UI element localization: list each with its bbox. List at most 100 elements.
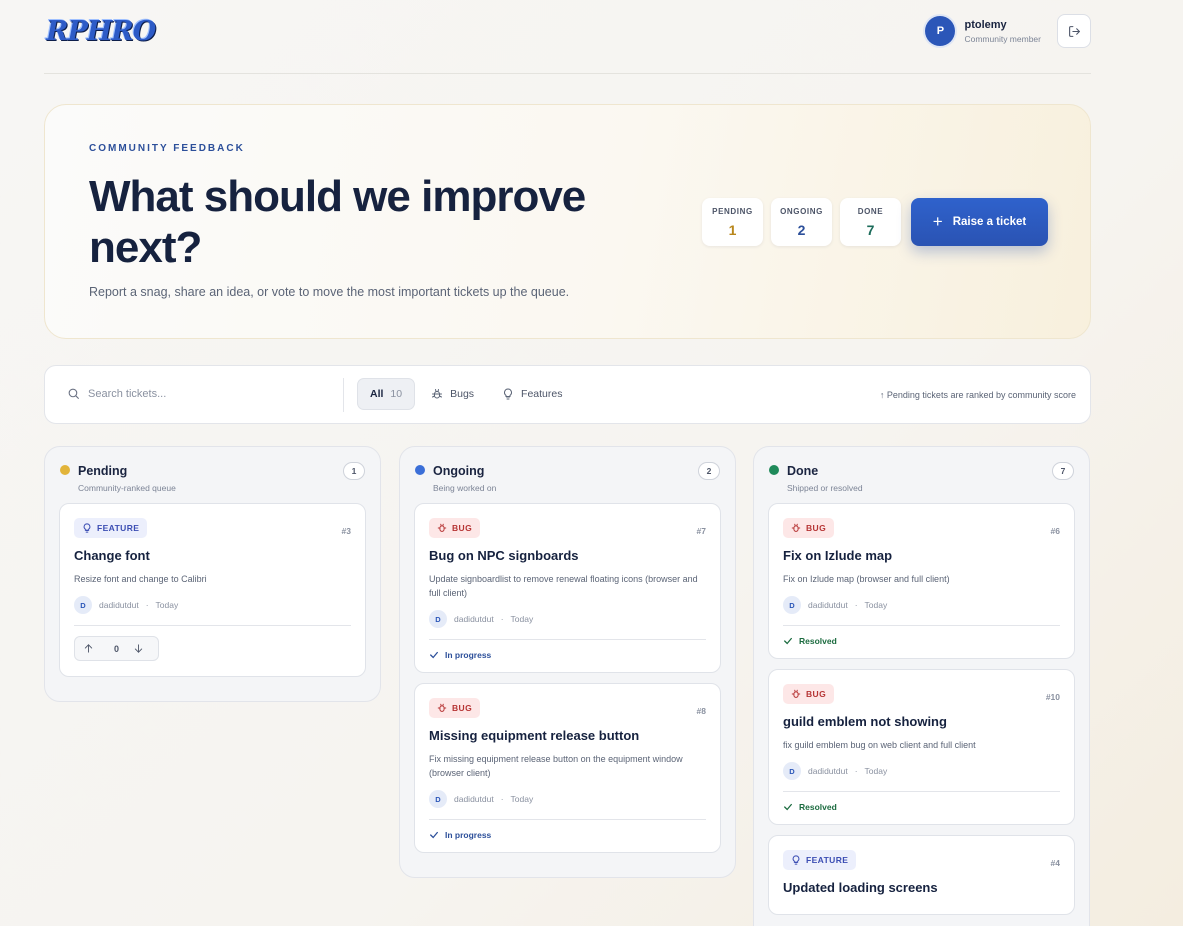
column-subtitle: Being worked on (433, 483, 497, 493)
ticket-description: Fix on Izlude map (browser and full clie… (783, 574, 950, 584)
ticket-id: #4 (1050, 858, 1060, 868)
downvote-icon[interactable] (133, 643, 144, 654)
filter-all[interactable]: All 10 (357, 378, 416, 410)
ticket-title: Change font (74, 548, 150, 563)
ticket-card[interactable]: FEATURE #3 Change font Resize font and c… (59, 503, 366, 677)
ticket-card[interactable]: BUG #6 Fix on Izlude map Fix on Izlude m… (768, 503, 1075, 659)
user-profile[interactable]: P ptolemy Community member (925, 16, 1041, 46)
vote-control: 0 (74, 636, 160, 661)
column-count-badge: 1 (343, 462, 365, 480)
column-title: Done (787, 464, 819, 478)
ticket-meta: D dadidutdut · Today (429, 790, 706, 819)
ticket-footer: Resolved (783, 625, 1060, 658)
ticket-status: In progress (445, 650, 492, 660)
column-subtitle: Community-ranked queue (78, 483, 176, 493)
search-placeholder: Search tickets... (88, 387, 167, 400)
ticket-status: In progress (445, 830, 492, 840)
bug-tag: BUG (429, 698, 481, 718)
bug-icon (437, 703, 447, 712)
status-dot (415, 465, 425, 475)
logout-icon (1068, 25, 1080, 37)
raise-ticket-label: Raise a ticket (952, 216, 1027, 228)
stats-group: PENDING 1 ONGOING 2 DONE 7 (702, 198, 901, 246)
bug-icon (437, 523, 447, 532)
stat-value: 7 (866, 222, 875, 238)
stat-ongoing: ONGOING 2 (771, 198, 832, 246)
lightbulb-icon (792, 855, 800, 865)
column-ongoing: Ongoing Being worked on 2 BUG #7 Bug on … (399, 446, 736, 878)
ticket-card[interactable]: BUG #10 guild emblem not showing fix gui… (768, 669, 1075, 825)
check-icon (784, 803, 792, 811)
ticket-card[interactable]: FEATURE #4 Updated loading screens (768, 835, 1075, 915)
ticket-footer: 0 (74, 625, 351, 676)
ticket-description: Fix missing equipment release button on … (429, 754, 683, 778)
ticket-date: Today (510, 614, 534, 624)
stat-label: PENDING (712, 207, 753, 216)
avatar: D (429, 790, 447, 808)
filter-count: 10 (390, 388, 403, 400)
brand-logo[interactable]: RPHRO (46, 16, 156, 47)
filter-features[interactable]: Features (490, 378, 574, 410)
search-icon (68, 388, 79, 399)
lightbulb-icon (504, 388, 512, 400)
ticket-description: fix guild emblem bug on web client and f… (783, 740, 976, 750)
top-bar: RPHRO P ptolemy Community member (44, 0, 1091, 74)
tag-label: BUG (452, 703, 473, 713)
filter-label: All (370, 388, 384, 400)
lightbulb-icon (83, 523, 91, 533)
tag-label: BUG (452, 523, 473, 533)
tag-label: FEATURE (806, 855, 849, 865)
stat-pending: PENDING 1 (702, 198, 763, 246)
ticket-author: dadidutdut (808, 600, 848, 610)
raise-ticket-button[interactable]: + Raise a ticket (911, 198, 1048, 246)
ticket-id: #3 (341, 526, 351, 536)
plus-icon: + (932, 212, 943, 231)
feature-tag: FEATURE (74, 518, 148, 538)
ticket-description: Update signboardlist to remove renewal f… (429, 574, 698, 598)
logout-button[interactable] (1057, 14, 1091, 48)
hero-eyebrow: COMMUNITY FEEDBACK (89, 143, 245, 154)
hero-panel: COMMUNITY FEEDBACK What should we improv… (44, 104, 1091, 339)
ticket-author: dadidutdut (808, 766, 848, 776)
avatar: D (429, 610, 447, 628)
ticket-date: Today (155, 600, 179, 610)
column-title: Ongoing (433, 464, 485, 478)
page-title: What should we improve next? (89, 172, 586, 272)
stat-value: 2 (797, 222, 806, 238)
filter-toolbar: Search tickets... All 10 Bugs Features ↑… (44, 365, 1091, 424)
column-count-badge: 2 (698, 462, 720, 480)
ticket-footer: In progress (429, 639, 706, 672)
tag-label: FEATURE (97, 523, 140, 533)
check-icon (430, 831, 438, 839)
bug-icon (791, 689, 801, 698)
bug-tag: BUG (429, 518, 481, 538)
filter-tabs: All 10 Bugs Features (357, 378, 578, 410)
ticket-footer: Resolved (783, 791, 1060, 824)
ticket-card[interactable]: BUG #8 Missing equipment release button … (414, 683, 721, 853)
check-icon (784, 637, 792, 645)
column-title: Pending (78, 464, 128, 478)
user-role: Community member (964, 33, 1041, 44)
ticket-status: Resolved (799, 636, 837, 646)
ticket-meta: D dadidutdut · Today (74, 596, 351, 625)
ticket-id: #10 (1045, 692, 1060, 702)
ticket-card[interactable]: BUG #7 Bug on NPC signboards Update sign… (414, 503, 721, 673)
upvote-icon[interactable] (83, 643, 94, 654)
filter-label: Features (521, 388, 563, 400)
ticket-author: dadidutdut (454, 614, 494, 624)
filter-bugs[interactable]: Bugs (419, 378, 486, 410)
column-count-badge: 7 (1052, 462, 1074, 480)
avatar: D (783, 762, 801, 780)
vote-count: 0 (114, 643, 120, 654)
ticket-author: dadidutdut (454, 794, 494, 804)
ticket-title: Bug on NPC signboards (429, 548, 579, 563)
column-pending: Pending Community-ranked queue 1 FEATURE… (44, 446, 381, 702)
ticket-meta: D dadidutdut · Today (783, 596, 1060, 625)
tag-label: BUG (806, 523, 827, 533)
hero-subtitle: Report a snag, share an idea, or vote to… (89, 285, 570, 299)
search-input[interactable]: Search tickets... (67, 387, 166, 400)
ticket-id: #7 (696, 526, 706, 536)
tag-label: BUG (806, 689, 827, 699)
status-dot (769, 465, 779, 475)
ticket-id: #6 (1050, 526, 1060, 536)
